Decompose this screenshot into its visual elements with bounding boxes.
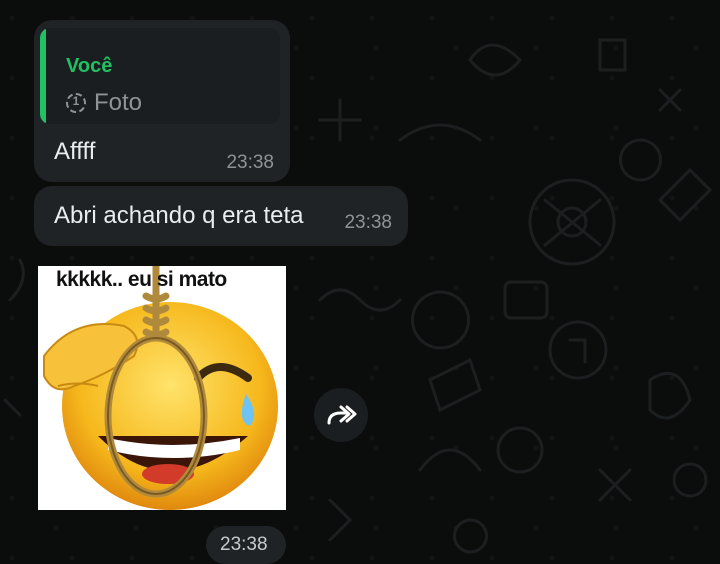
sticker-caption: kkkkk.. eu si mato xyxy=(56,268,227,291)
crying-laughing-emoji-icon xyxy=(43,266,278,510)
sticker-timestamp-pill: 23:38 xyxy=(206,526,286,564)
message-timestamp: 23:38 xyxy=(220,534,268,555)
message-timestamp: 23:38 xyxy=(344,212,392,233)
quote-accent-bar xyxy=(40,28,46,124)
quoted-reply[interactable]: Você 1 Foto xyxy=(40,28,280,124)
quote-author: Você xyxy=(66,55,113,77)
view-once-icon: 1 xyxy=(66,93,86,113)
message-bubble[interactable]: Você 1 Foto Affff 23:38 xyxy=(34,20,290,182)
message-text: Abri achando q era teta xyxy=(54,202,304,229)
forward-button[interactable] xyxy=(314,388,368,442)
forward-double-arrow-icon xyxy=(327,405,357,425)
message-bubble[interactable]: Abri achando q era teta 23:38 xyxy=(34,186,408,246)
message-timestamp: 23:38 xyxy=(226,152,274,173)
quote-text: Foto xyxy=(94,89,143,116)
message-text: Affff xyxy=(54,138,96,165)
sticker-image[interactable]: kkkkk.. eu si mato xyxy=(38,266,286,510)
quote-body: 1 Foto xyxy=(66,89,142,117)
